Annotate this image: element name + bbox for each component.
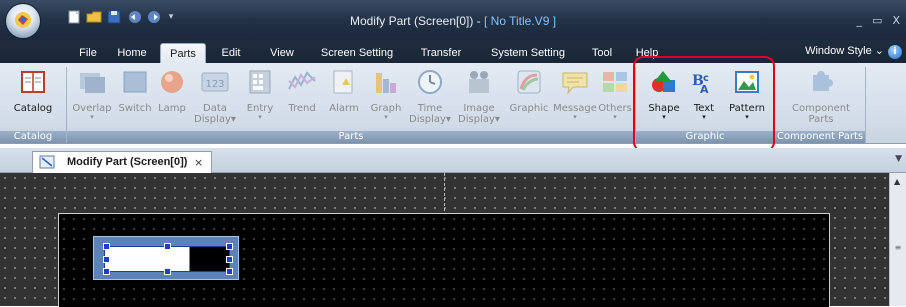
vertical-scrollbar[interactable]: ▲ ≡ <box>889 173 906 306</box>
message-icon <box>562 72 588 95</box>
dropdown-arrow-icon: ▾ <box>90 113 94 121</box>
component-parts-icon <box>813 71 833 91</box>
graphic-label: Graphic <box>509 103 549 114</box>
tab-view[interactable]: View <box>262 43 302 63</box>
graphic-button[interactable]: Graphic <box>505 67 553 114</box>
title-bar: ▾ Modify Part (Screen[0]) - [ No Title.V… <box>0 0 906 40</box>
lamp-button[interactable]: Lamp <box>155 67 189 114</box>
dropdown-arrow-icon: ▾ <box>613 113 617 121</box>
dropdown-arrow-icon: ▾ <box>573 113 577 121</box>
data-display-button[interactable]: 123 Data Display▾ <box>194 67 236 125</box>
dropdown-arrow-icon: ▾ <box>445 114 451 125</box>
tab-parts[interactable]: Parts <box>160 43 206 64</box>
overlap-button[interactable]: Overlap ▾ <box>69 67 115 121</box>
component-parts-button[interactable]: Component Parts <box>778 67 864 125</box>
maximize-button[interactable]: ▭ <box>872 14 882 27</box>
modify-part-icon <box>39 155 55 169</box>
alarm-label: Alarm <box>329 103 359 114</box>
window-style-menu[interactable]: Window Style ⌄ <box>805 44 884 57</box>
resize-handle[interactable] <box>226 243 233 250</box>
trend-icon <box>288 71 316 90</box>
image-display-button[interactable]: Image Display▾ <box>455 67 503 125</box>
graphic-group-highlight <box>633 56 775 152</box>
overlap-icon <box>80 73 105 93</box>
document-tab-strip: Modify Part (Screen[0]) × ▼ <box>0 148 906 173</box>
resize-handle[interactable] <box>103 268 110 275</box>
time-display-label-1: Time <box>417 103 443 114</box>
tab-file[interactable]: File <box>70 43 106 63</box>
component-parts-label-1: Component <box>791 103 851 114</box>
window-title: Modify Part (Screen[0]) - [ No Title.V9 … <box>0 14 906 28</box>
scroll-grip-icon[interactable]: ≡ <box>893 243 903 257</box>
alarm-button[interactable]: Alarm <box>326 67 362 114</box>
component-parts-label-2: Parts <box>808 114 834 125</box>
trend-label: Trend <box>288 103 316 114</box>
minimize-button[interactable]: _ <box>857 14 863 27</box>
document-tab[interactable]: Modify Part (Screen[0]) × <box>32 151 212 173</box>
dropdown-arrow-icon: ▾ <box>384 113 388 121</box>
window-title-document: [ No Title.V9 ] <box>484 14 557 28</box>
dropdown-arrow-icon: ▾ <box>258 113 262 121</box>
others-icon <box>603 72 627 92</box>
image-display-icon <box>469 71 489 93</box>
window-title-prefix: Modify Part (Screen[0]) - <box>349 14 484 28</box>
group-label-parts: Parts <box>67 131 635 143</box>
tab-system-setting[interactable]: System Setting <box>480 43 576 63</box>
help-info-icon[interactable]: i <box>888 45 902 59</box>
tab-tool[interactable]: Tool <box>584 43 620 63</box>
data-display-label-1: Data <box>203 103 227 114</box>
catalog-label: Catalog <box>13 103 53 114</box>
resize-handle[interactable] <box>164 268 171 275</box>
group-label-component-parts: Component Parts <box>775 131 865 143</box>
catalog-book-icon <box>21 71 45 93</box>
image-display-label-2: Display <box>458 114 495 125</box>
tab-screen-setting[interactable]: Screen Setting <box>312 43 402 63</box>
catalog-button[interactable]: Catalog <box>2 67 64 114</box>
window-controls: _ ▭ X <box>857 14 900 27</box>
scroll-up-icon[interactable]: ▲ <box>894 177 900 186</box>
chevron-down-icon: ⌄ <box>874 45 884 57</box>
time-display-button[interactable]: Time Display▾ <box>408 67 452 125</box>
resize-handle[interactable] <box>103 243 110 250</box>
lamp-label: Lamp <box>158 103 186 114</box>
switch-icon <box>123 71 147 93</box>
resize-handle[interactable] <box>226 268 233 275</box>
group-separator <box>865 67 866 143</box>
trend-button[interactable]: Trend <box>284 67 320 114</box>
svg-text:123: 123 <box>205 79 224 90</box>
resize-handle[interactable] <box>103 256 110 263</box>
message-button[interactable]: Message ▾ <box>553 67 597 121</box>
data-display-label-2: Display <box>194 114 231 125</box>
alarm-icon <box>333 70 353 94</box>
close-button[interactable]: X <box>892 14 900 27</box>
data-display-icon: 123 <box>201 72 229 92</box>
switch-label: Switch <box>118 103 152 114</box>
others-button[interactable]: Others ▾ <box>598 67 632 121</box>
group-label-catalog: Catalog <box>0 131 66 143</box>
graphic-icon <box>517 70 541 94</box>
window-style-label: Window Style <box>805 45 872 57</box>
graph-icon <box>376 73 396 93</box>
tab-list-dropdown-icon[interactable]: ▼ <box>895 154 902 164</box>
tab-edit[interactable]: Edit <box>213 43 249 63</box>
graph-button[interactable]: Graph ▾ <box>366 67 406 121</box>
switch-button[interactable]: Switch <box>116 67 154 114</box>
entry-icon <box>249 70 271 94</box>
resize-handle[interactable] <box>226 256 233 263</box>
tab-transfer[interactable]: Transfer <box>412 43 470 63</box>
image-display-label-1: Image <box>463 103 495 114</box>
document-tab-label: Modify Part (Screen[0]) <box>67 156 188 168</box>
time-display-label-2: Display <box>409 114 446 125</box>
tab-home[interactable]: Home <box>112 43 152 63</box>
clock-icon <box>418 70 442 94</box>
resize-handle[interactable] <box>164 243 171 250</box>
lamp-icon <box>161 71 183 93</box>
entry-button[interactable]: Entry ▾ <box>240 67 280 121</box>
dropdown-arrow-icon: ▾ <box>230 114 236 125</box>
dropdown-arrow-icon: ▾ <box>494 114 500 125</box>
close-tab-icon[interactable]: × <box>194 152 203 173</box>
